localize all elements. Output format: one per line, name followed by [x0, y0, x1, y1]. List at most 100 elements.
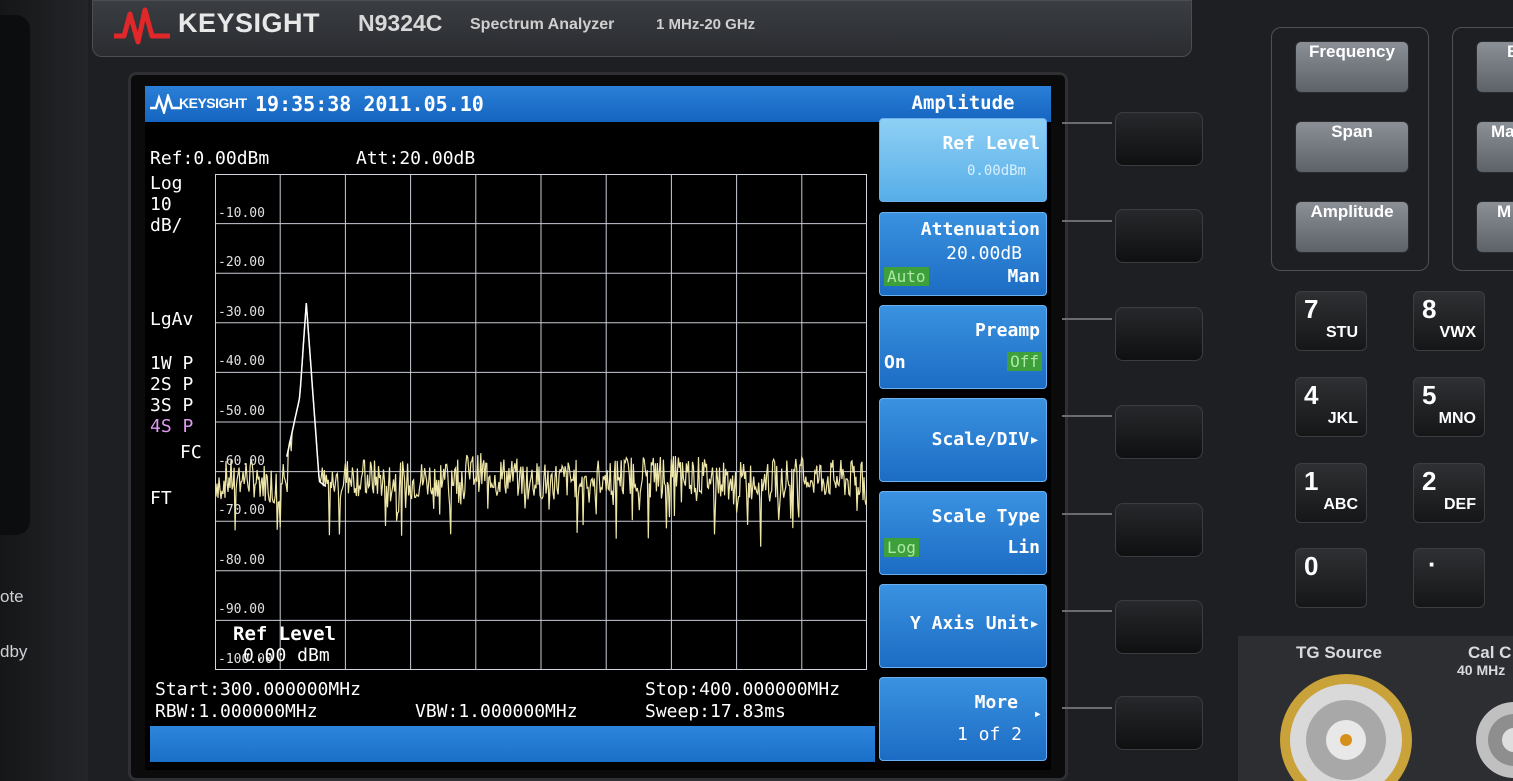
y-tick-label: -90.00 [218, 602, 265, 618]
softkey-scale-div-title: Scale/DIV▸ [931, 429, 1040, 450]
softkey-ref-level-value: 0.00dBm [966, 163, 1026, 179]
key-digit: 1 [1304, 466, 1319, 496]
hw-softkey-7[interactable] [1115, 696, 1203, 750]
softkey-scale-type[interactable]: Scale Type Log Lin [879, 491, 1047, 575]
softkey-guide-line [1062, 220, 1112, 222]
y-tick-label: -50.00 [218, 404, 265, 419]
peak-trace [285, 302, 327, 488]
display-title-bar: KEYSIGHT 19:35:38 2011.05.10 Amplitude [145, 86, 1051, 122]
tg-source-connector-icon[interactable] [1276, 668, 1416, 781]
display-brand: KEYSIGHT [179, 95, 247, 111]
amplitude-key[interactable]: Amplitude [1295, 201, 1409, 253]
y-tick-label: -10.00 [218, 205, 265, 221]
scale-div: 10 [150, 194, 172, 215]
menu-title: Amplitude [911, 92, 1015, 114]
preamp-off-option: Off [1007, 352, 1042, 371]
scale-log: Log [150, 173, 183, 194]
softkey-ref-level-title: Ref Level [942, 133, 1040, 154]
graticule-grid [215, 174, 867, 670]
numpad-key-2[interactable]: 2 DEF [1413, 463, 1485, 523]
key-digit: 0 [1304, 551, 1319, 581]
start-frequency: Start:300.000000MHz [155, 679, 361, 700]
softkey-guide-line [1062, 610, 1112, 612]
display-datetime: 19:35:38 2011.05.10 [255, 92, 484, 116]
left-label-note: ote [0, 587, 24, 606]
key-digit: · [1428, 549, 1437, 579]
numpad-key-7[interactable]: 7 STU [1295, 291, 1367, 351]
key-letters: MNO [1438, 410, 1476, 427]
partial-key-2[interactable]: Ma [1476, 121, 1513, 173]
softkey-scale-div[interactable]: Scale/DIV▸ [879, 398, 1047, 482]
key-digit: 2 [1422, 466, 1437, 496]
trace-4: 4S P [150, 416, 194, 437]
softkey-ref-level[interactable]: Ref Level 0.00dBm [879, 118, 1047, 202]
status-bar [150, 726, 875, 762]
ft-label: FT [150, 488, 172, 509]
softkey-y-axis-unit[interactable]: Y Axis Unit▸ [879, 584, 1047, 668]
numpad-key-0[interactable]: 0 [1295, 548, 1367, 608]
frequency-range: 1 MHz-20 GHz [656, 16, 756, 33]
stop-frequency: Stop:400.000000MHz [645, 679, 841, 700]
softkey-preamp-title: Preamp [974, 320, 1040, 341]
partial-key-3[interactable]: M [1476, 201, 1513, 253]
trace-2: 2S P [150, 374, 194, 395]
keysight-wave-icon [114, 7, 170, 45]
attenuation-man-option: Man [1007, 266, 1040, 287]
y-tick-label: -40.00 [218, 354, 265, 370]
key-digit: 4 [1304, 380, 1319, 410]
ref-level-overlay-label: Ref Level [233, 623, 336, 645]
softkey-more-title: More [974, 692, 1018, 713]
scale-type-log-option: Log [884, 538, 919, 557]
average-type: LgAv [150, 309, 194, 330]
key-letters: STU [1326, 324, 1358, 341]
hw-softkey-5[interactable] [1115, 503, 1203, 557]
softkey-attenuation[interactable]: Attenuation 20.00dB Auto Man [879, 212, 1047, 296]
brand-name: KEYSIGHT [178, 8, 321, 38]
attenuation-auto-option: Auto [884, 267, 929, 286]
hw-softkey-6[interactable] [1115, 600, 1203, 654]
vbw-readout: VBW:1.000000MHz [415, 701, 578, 722]
ref-level-overlay-value: 0.00 dBm [243, 645, 330, 666]
softkey-guide-line [1062, 122, 1112, 124]
rbw-readout: RBW:1.000000MHz [155, 701, 318, 722]
left-panel: ote dby [0, 0, 88, 781]
numpad-key-5[interactable]: 5 MNO [1413, 377, 1485, 437]
partial-key-1[interactable]: B [1476, 41, 1513, 93]
y-tick-label: -20.00 [218, 255, 265, 271]
y-tick-label: -70.00 [218, 503, 265, 519]
softkey-guide-line [1062, 318, 1112, 320]
softkey-guide-line [1062, 513, 1112, 515]
hw-softkey-1[interactable] [1115, 112, 1203, 166]
softkey-y-axis-unit-title: Y Axis Unit▸ [909, 613, 1040, 634]
span-key[interactable]: Span [1295, 121, 1409, 173]
numpad-key-1[interactable]: 1 ABC [1295, 463, 1367, 523]
trace-1: 1W P [150, 353, 194, 374]
numpad-key-8[interactable]: 8 VWX [1413, 291, 1485, 351]
more-arrow-icon: ▸ [1033, 706, 1042, 722]
analyzer-display: KEYSIGHT 19:35:38 2011.05.10 Amplitude R… [145, 86, 1051, 770]
hw-softkey-2[interactable] [1115, 209, 1203, 263]
cal-connector-icon[interactable] [1474, 690, 1513, 781]
y-tick-label: -60.00 [218, 453, 265, 469]
softkey-more-page: 1 of 2 [956, 724, 1022, 745]
softkey-preamp[interactable]: Preamp On Off [879, 305, 1047, 389]
numpad-key-decimal[interactable]: · [1413, 548, 1485, 608]
ref-level-readout: Ref:0.00dBm [150, 148, 270, 169]
cal-frequency-label: 40 MHz [1457, 662, 1506, 678]
hw-softkey-3[interactable] [1115, 307, 1203, 361]
trace-3: 3S P [150, 395, 194, 416]
preamp-on-option: On [884, 352, 906, 373]
softkey-more[interactable]: More 1 of 2 ▸ [879, 677, 1047, 761]
key-letters: JKL [1327, 410, 1358, 427]
key-digit: 8 [1422, 294, 1437, 324]
key-letters: VWX [1439, 324, 1476, 341]
left-label-standby: dby [0, 642, 28, 661]
numpad-key-4[interactable]: 4 JKL [1295, 377, 1367, 437]
left-panel-edge [0, 15, 30, 535]
tg-source-label: TG Source [1296, 643, 1382, 662]
model-number: N9324C [358, 10, 443, 36]
frequency-key[interactable]: Frequency [1295, 41, 1409, 93]
scale-type-lin-option: Lin [1007, 537, 1040, 558]
hw-softkey-4[interactable] [1115, 405, 1203, 459]
softkey-attenuation-value: 20.00dB [946, 243, 1022, 264]
